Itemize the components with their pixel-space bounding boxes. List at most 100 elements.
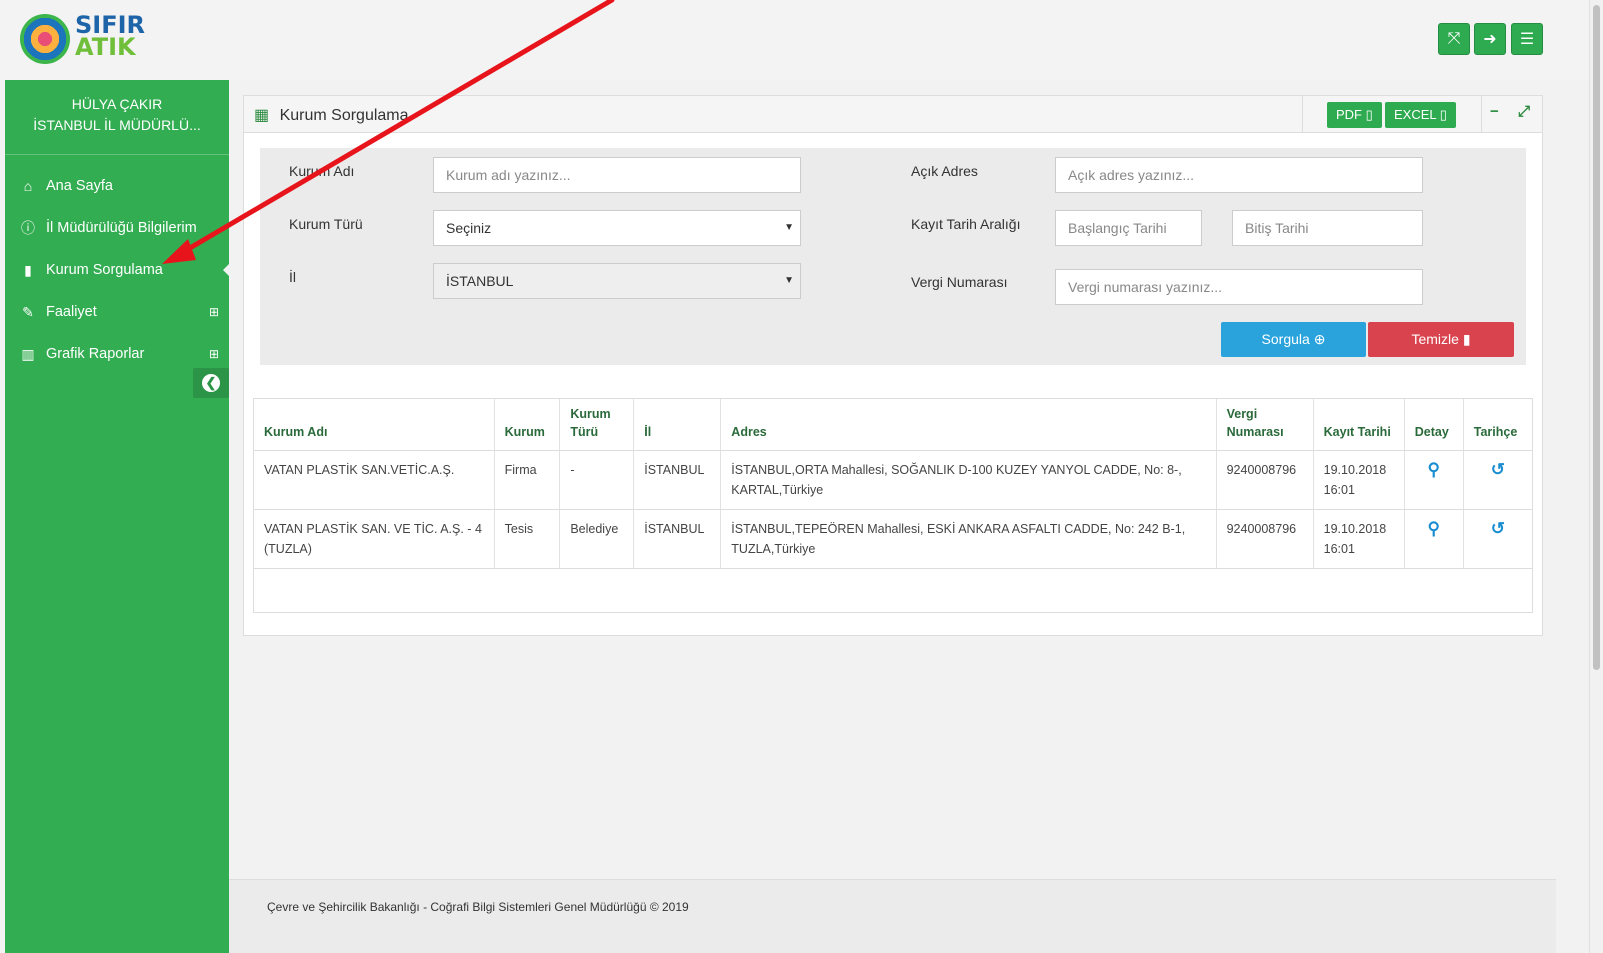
kurum-turu-select[interactable]: Seçiniz ▼ xyxy=(433,210,801,246)
home-icon: ⌂ xyxy=(23,178,33,194)
results-table: Kurum Adı Kurum Kurum Türü İl Adres Verg… xyxy=(253,398,1533,613)
sidebar-item-label: İl Müdürülüğü Bilgilerim xyxy=(46,220,197,236)
cell-vergi: 9240008796 xyxy=(1215,509,1314,569)
search-icon: ⚲ xyxy=(1427,460,1440,479)
kayit-tarih-label: Kayıt Tarih Aralığı xyxy=(911,216,1021,232)
col-adres[interactable]: Adres xyxy=(720,399,1217,451)
col-detay: Detay xyxy=(1403,399,1464,451)
vertical-scrollbar[interactable] xyxy=(1589,0,1603,953)
sidebar-item-label: Kurum Sorgulama xyxy=(46,262,163,278)
cell-kurum-adi: VATAN PLASTİK SAN. VE TİC. A.Ş. - 4 (TUZ… xyxy=(254,509,495,569)
pdf-export-button[interactable]: PDF ▯ xyxy=(1327,102,1382,128)
cell-kurum-adi: VATAN PLASTİK SAN.VETİC.A.Ş. xyxy=(254,450,495,510)
history-icon: ↺ xyxy=(1490,519,1505,538)
panel-title: Kurum Sorgulama xyxy=(279,107,409,124)
search-plus-icon: ⊕ xyxy=(1313,331,1326,347)
history-icon: ↺ xyxy=(1490,460,1505,479)
sorgula-button[interactable]: Sorgula ⊕ xyxy=(1221,322,1366,357)
sifir-atik-logo[interactable]: SIFIR ATIK xyxy=(20,12,145,68)
cell-il: İSTANBUL xyxy=(633,450,721,510)
col-kurum-adi[interactable]: Kurum Adı xyxy=(254,399,495,451)
baslangic-tarihi-input[interactable]: Başlangıç Tarihi xyxy=(1055,210,1202,246)
col-tarihce: Tarihçe xyxy=(1462,399,1532,451)
logout-button[interactable]: ➜ xyxy=(1474,23,1506,55)
tarihce-button[interactable]: ↺ xyxy=(1462,509,1532,569)
bars-icon: ☰ xyxy=(1519,31,1535,48)
sidebar-item-faaliyet[interactable]: ✎ Faaliyet ⊞ xyxy=(5,291,229,333)
logo-text-line2: ATIK xyxy=(75,33,136,61)
panel-header: ▦ Kurum Sorgulama PDF ▯ EXCEL ▯ − ⤢ xyxy=(244,96,1542,133)
table-row: VATAN PLASTİK SAN. VE TİC. A.Ş. - 4 (TUZ… xyxy=(254,509,1532,569)
kurum-adi-label: Kurum Adı xyxy=(289,163,355,179)
edit-icon: ✎ xyxy=(22,304,34,320)
col-vergi-numarasi[interactable]: Vergi Numarası xyxy=(1215,399,1314,451)
sidebar-menu: ⌂ Ana Sayfa ⓘ İl Müdürülüğü Bilgilerim ▮… xyxy=(5,165,230,375)
building-icon: ▦ xyxy=(254,107,270,124)
building-icon: ▮ xyxy=(24,262,32,278)
top-header: SIFIR ATIK ⤧ ➜ ☰ xyxy=(0,0,1590,80)
bar-chart-icon: ▥ xyxy=(21,346,35,362)
il-select[interactable]: İSTANBUL ▼ xyxy=(433,263,801,299)
logo-badge-icon xyxy=(20,14,70,64)
caret-down-icon: ▼ xyxy=(784,222,794,233)
sidebar-item-label: Faaliyet xyxy=(46,304,97,320)
cell-vergi: 9240008796 xyxy=(1215,450,1314,510)
sidebar: HÜLYA ÇAKIR İSTANBUL İL MÜDÜRLÜ... ⌂ Ana… xyxy=(5,80,230,953)
trash-icon: ▮ xyxy=(1462,331,1471,347)
fullscreen-button[interactable]: ⤧ xyxy=(1438,23,1470,55)
vergi-numarasi-label: Vergi Numarası xyxy=(911,274,1008,290)
user-info: HÜLYA ÇAKIR İSTANBUL İL MÜDÜRLÜ... xyxy=(5,80,229,155)
footer-copyright: Çevre ve Şehircilik Bakanlığı - Coğrafi … xyxy=(267,900,689,914)
detay-button[interactable]: ⚲ xyxy=(1403,509,1464,569)
col-il[interactable]: İl xyxy=(633,399,721,451)
cell-kurum: Tesis xyxy=(493,509,560,569)
sidebar-item-kurum-sorgulama[interactable]: ▮ Kurum Sorgulama xyxy=(5,249,230,291)
acik-adres-input[interactable]: Açık adres yazınız... xyxy=(1055,157,1423,193)
cell-adres: İSTANBUL,ORTA Mahallesi, SOĞANLIK D-100 … xyxy=(720,450,1217,510)
tarihce-button[interactable]: ↺ xyxy=(1462,450,1532,510)
sidebar-item-label: Ana Sayfa xyxy=(46,178,113,194)
page-footer: Çevre ve Şehircilik Bakanlığı - Coğrafi … xyxy=(229,879,1556,953)
cell-kurum-turu: Belediye xyxy=(559,509,634,569)
user-name: HÜLYA ÇAKIR xyxy=(71,96,163,112)
cell-kurum-turu: - xyxy=(559,450,634,510)
cell-tarih: 19.10.2018 16:01 xyxy=(1312,450,1405,510)
kurum-sorgulama-panel: ▦ Kurum Sorgulama PDF ▯ EXCEL ▯ − ⤢ Kuru… xyxy=(243,95,1543,636)
expand-panel-button[interactable]: ⤢ xyxy=(1518,103,1530,120)
cell-kurum: Firma xyxy=(493,450,560,510)
kurum-adi-input[interactable]: Kurum adı yazınız... xyxy=(433,157,801,193)
minimize-panel-button[interactable]: − xyxy=(1490,103,1499,120)
file-pdf-icon: ▯ xyxy=(1365,107,1373,122)
sidebar-collapse-button[interactable]: ❮ xyxy=(193,368,229,398)
expand-icon: ⤧ xyxy=(1447,30,1461,47)
sidebar-item-ana-sayfa[interactable]: ⌂ Ana Sayfa xyxy=(5,165,229,207)
scrollbar-thumb[interactable] xyxy=(1593,5,1600,670)
il-label: İl xyxy=(289,269,296,285)
temizle-button[interactable]: Temizle ▮ xyxy=(1368,322,1514,357)
vergi-numarasi-input[interactable]: Vergi numarası yazınız... xyxy=(1055,269,1423,305)
user-organization: İSTANBUL İL MÜDÜRLÜ... xyxy=(33,117,201,133)
bitis-tarihi-input[interactable]: Bitiş Tarihi xyxy=(1232,210,1423,246)
table-row: VATAN PLASTİK SAN.VETİC.A.Ş. Firma - İST… xyxy=(254,450,1532,510)
sidebar-item-label: Grafik Raporlar xyxy=(46,346,145,362)
search-icon: ⚲ xyxy=(1427,519,1440,538)
excel-export-button[interactable]: EXCEL ▯ xyxy=(1385,102,1456,128)
filter-form: Kurum Adı Kurum adı yazınız... Kurum Tür… xyxy=(260,148,1526,365)
col-kurum[interactable]: Kurum xyxy=(493,399,560,451)
info-circle-icon: ⓘ xyxy=(21,220,35,236)
table-header-row: Kurum Adı Kurum Kurum Türü İl Adres Verg… xyxy=(254,399,1532,451)
acik-adres-label: Açık Adres xyxy=(911,163,978,179)
col-kurum-turu[interactable]: Kurum Türü xyxy=(559,399,634,451)
cell-il: İSTANBUL xyxy=(633,509,721,569)
active-caret xyxy=(223,263,230,277)
expand-plus-icon: ⊞ xyxy=(208,305,219,319)
sign-out-icon: ➜ xyxy=(1483,31,1497,48)
file-excel-icon: ▯ xyxy=(1439,107,1447,122)
detay-button[interactable]: ⚲ xyxy=(1403,450,1464,510)
caret-down-icon: ▼ xyxy=(784,275,794,286)
kurum-turu-label: Kurum Türü xyxy=(289,216,363,232)
col-kayit-tarihi[interactable]: Kayıt Tarihi xyxy=(1312,399,1405,451)
menu-button[interactable]: ☰ xyxy=(1511,23,1543,55)
cell-adres: İSTANBUL,TEPEÖREN Mahallesi, ESKİ ANKARA… xyxy=(720,509,1217,569)
sidebar-item-il-mudurlugu[interactable]: ⓘ İl Müdürülüğü Bilgilerim xyxy=(5,207,229,249)
